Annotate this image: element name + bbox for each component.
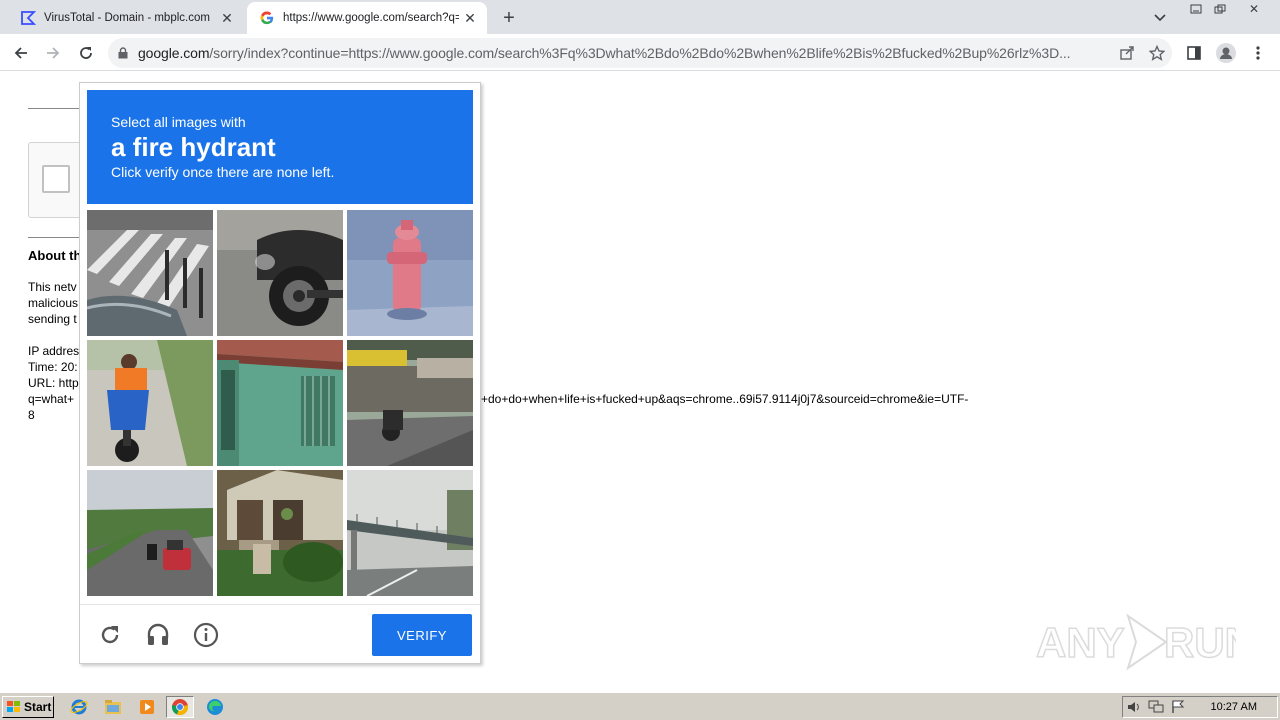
tab-title: VirusTotal - Domain - mbplc.com: [44, 12, 210, 24]
menu-dots-icon[interactable]: [1246, 41, 1270, 65]
about-text-line: This netv: [28, 280, 77, 294]
crosswalk-tile[interactable]: [87, 210, 213, 336]
anyrun-watermark-logo: ANY RUN: [1035, 612, 1256, 672]
verify-button[interactable]: VERIFY: [372, 614, 472, 656]
clock[interactable]: 10:27 AM: [1211, 701, 1257, 713]
about-text-line: malicious: [28, 296, 79, 310]
network-icon[interactable]: [1145, 698, 1167, 716]
forward-arrow-icon[interactable]: [40, 40, 66, 66]
virustotal-icon: [20, 10, 36, 26]
back-arrow-icon[interactable]: [8, 40, 34, 66]
chrome-taskbar-icon[interactable]: [166, 696, 194, 718]
recaptcha-challenge: Select all images with a fire hydrant Cl…: [79, 82, 481, 664]
google-g-icon: [259, 10, 275, 26]
media-player-icon[interactable]: [136, 697, 158, 717]
system-tray: 10:27 AM: [1122, 696, 1278, 718]
start-button[interactable]: Start: [2, 696, 54, 718]
challenge-target: a fire hydrant: [111, 132, 276, 162]
highway-tile[interactable]: [87, 470, 213, 596]
side-panel-icon[interactable]: [1182, 41, 1206, 65]
recaptcha-checkbox[interactable]: [42, 165, 70, 193]
info-text-line: Time: 20:: [28, 360, 78, 374]
green-window-tile[interactable]: [217, 340, 343, 466]
tab-title: https://www.google.com/search?q=: [283, 12, 459, 24]
address-bar[interactable]: google.com/sorry/index?continue=https://…: [108, 38, 1172, 68]
street-shops-tile[interactable]: [347, 340, 473, 466]
info-text-line: URL: http: [28, 376, 79, 390]
svg-text:RUN: RUN: [1164, 619, 1236, 666]
info-text-line: IP addres: [28, 344, 80, 358]
share-icon[interactable]: [1112, 40, 1142, 66]
action-center-flag-icon[interactable]: [1167, 698, 1189, 716]
about-heading: About th: [28, 248, 82, 263]
fire-hydrant-tile[interactable]: [347, 210, 473, 336]
house-tile[interactable]: [217, 470, 343, 596]
profile-avatar-icon[interactable]: [1214, 41, 1238, 65]
tab-strip: VirusTotal - Domain - mbplc.com ✕ https:…: [0, 0, 1280, 34]
new-tab-button[interactable]: +: [497, 6, 521, 30]
tab-search-chevron-icon[interactable]: [1150, 8, 1170, 28]
lock-icon[interactable]: [108, 47, 138, 59]
start-label: Start: [24, 700, 52, 714]
windows-taskbar: Start 10:27 AM: [0, 692, 1280, 720]
url-continuation-text: +do+do+when+life+is+fucked+up&aqs=chrome…: [481, 392, 969, 406]
edge-icon[interactable]: [204, 697, 226, 717]
challenge-hint: Click verify once there are none left.: [111, 164, 335, 180]
svg-text:ANY: ANY: [1036, 619, 1125, 666]
internet-explorer-icon[interactable]: [68, 697, 90, 717]
motorbike-rider-tile[interactable]: [87, 340, 213, 466]
restore-button[interactable]: [1206, 0, 1234, 18]
url-text: google.com/sorry/index?continue=https://…: [138, 45, 1071, 61]
close-tab-icon[interactable]: ✕: [216, 7, 238, 29]
about-text-line: sending t: [28, 312, 77, 326]
close-tab-icon[interactable]: ✕: [459, 7, 481, 29]
windows-logo-icon: [7, 701, 20, 712]
file-explorer-icon[interactable]: [102, 697, 124, 717]
reload-challenge-icon[interactable]: [96, 621, 124, 649]
volume-icon[interactable]: [1123, 698, 1145, 716]
challenge-footer: VERIFY: [80, 604, 480, 664]
overpass-tile[interactable]: [347, 470, 473, 596]
challenge-header: Select all images with a fire hydrant Cl…: [87, 90, 473, 204]
image-grid: [87, 210, 475, 598]
info-text-line: 8: [28, 408, 35, 422]
tab-google-search[interactable]: https://www.google.com/search?q= ✕: [247, 2, 487, 34]
browser-toolbar: google.com/sorry/index?continue=https://…: [0, 34, 1280, 71]
challenge-instruction: Select all images with: [111, 114, 246, 130]
tab-virustotal[interactable]: VirusTotal - Domain - mbplc.com ✕: [8, 2, 244, 34]
info-icon[interactable]: [192, 621, 220, 649]
info-text-line: q=what+: [28, 392, 75, 406]
headphones-audio-icon[interactable]: [144, 621, 172, 649]
bookmark-star-icon[interactable]: [1142, 40, 1172, 66]
reload-icon[interactable]: [73, 40, 99, 66]
close-window-button[interactable]: ✕: [1240, 0, 1268, 18]
motorcycle-wheel-tile[interactable]: [217, 210, 343, 336]
